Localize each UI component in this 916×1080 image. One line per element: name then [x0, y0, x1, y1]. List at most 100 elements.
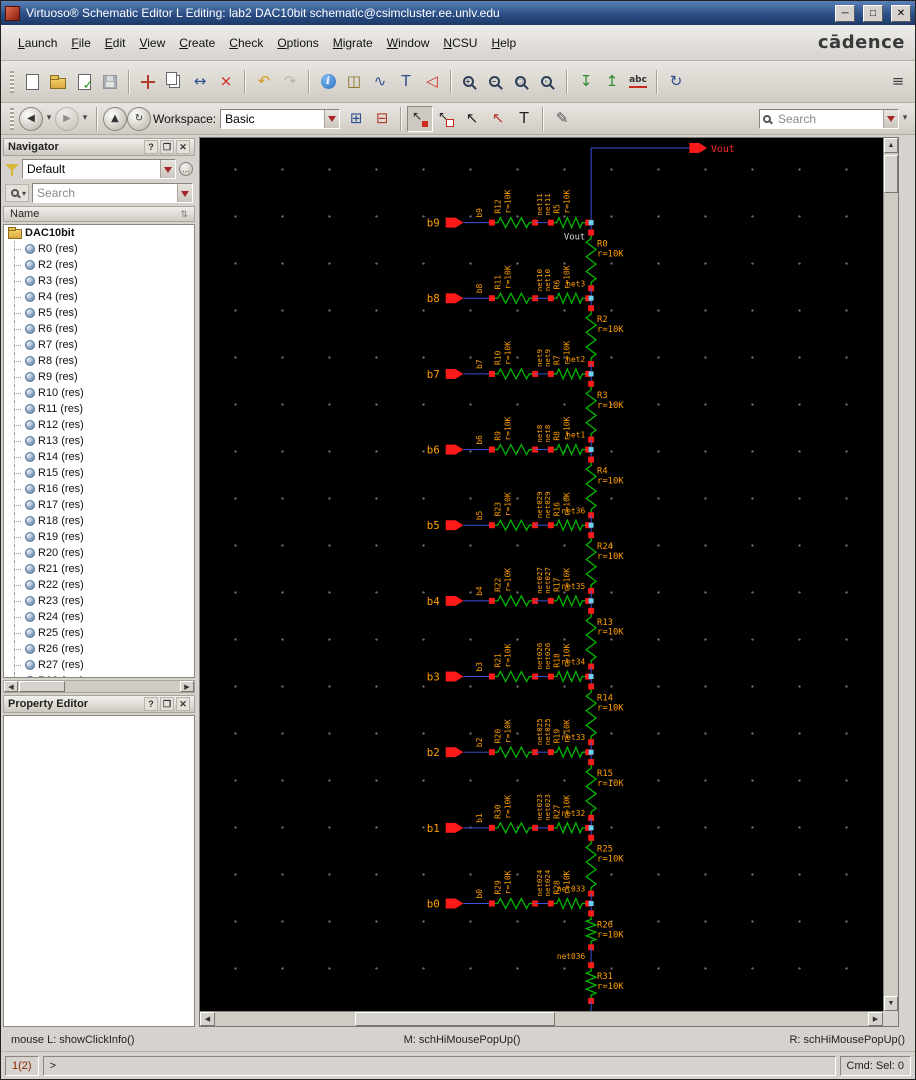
zoom-fit-button[interactable] [509, 69, 535, 95]
navigator-search-dropdown[interactable] [177, 184, 192, 202]
tree-item-R18[interactable]: R18 (res) [4, 513, 194, 529]
title-bar[interactable]: Virtuoso® Schematic Editor L Editing: la… [1, 1, 915, 25]
back-button[interactable]: ◀ [19, 106, 43, 131]
navigator-search-combo[interactable]: Search [32, 183, 193, 203]
navigator-header[interactable]: Navigator ? ❐ ✕ [3, 138, 195, 156]
maximize-button[interactable]: □ [863, 4, 883, 22]
wire-button[interactable]: ∿ [367, 69, 393, 95]
property-editor-close-button[interactable]: ✕ [176, 697, 190, 711]
tree-root-DAC10bit[interactable]: DAC10bit [4, 225, 194, 241]
canvas-vscrollbar[interactable]: ▲ ▼ [883, 138, 898, 1011]
copy-button[interactable] [161, 69, 187, 95]
command-prompt[interactable]: > [42, 1055, 836, 1076]
tree-item-R25[interactable]: R25 (res) [4, 625, 194, 641]
toolbar-search-menu-button[interactable]: ▾ [899, 106, 911, 132]
instance-button[interactable]: ◫ [341, 69, 367, 95]
save-workspace-button[interactable]: ⊞ [343, 106, 369, 132]
text-mode-button[interactable]: T [511, 106, 537, 132]
scroll-thumb[interactable] [884, 155, 898, 193]
tree-item-R23[interactable]: R23 (res) [4, 593, 194, 609]
partial-selection-button[interactable] [433, 106, 459, 132]
descend-button[interactable]: ↧ [573, 69, 599, 95]
toolbar-options-button[interactable]: ≡ [885, 69, 911, 95]
navigator-hscrollbar[interactable]: ◀ ▶ [3, 680, 195, 693]
forward-button[interactable]: ▶ [55, 106, 79, 131]
scroll-thumb[interactable] [355, 1012, 555, 1026]
property-editor-help-button[interactable]: ? [144, 697, 158, 711]
navigator-filter-dropdown[interactable] [160, 160, 175, 178]
zoom-window-button[interactable] [535, 69, 561, 95]
schematic-canvas[interactable]: Vout Vout R0 r=10K net3 R2 r=10K net2 R3 r=10K net… [199, 137, 899, 1027]
tree-item-R13[interactable]: R13 (res) [4, 433, 194, 449]
tree-item-R9[interactable]: R9 (res) [4, 369, 194, 385]
stretch-button[interactable]: ↔ [187, 69, 213, 95]
back-history-button[interactable]: ▾ [43, 106, 55, 132]
tree-item-R26[interactable]: R26 (res) [4, 641, 194, 657]
navigator-float-button[interactable]: ❐ [160, 140, 174, 154]
menu-launch[interactable]: Launch [11, 33, 64, 53]
menu-options[interactable]: Options [270, 33, 325, 53]
tree-item-R4[interactable]: R4 (res) [4, 289, 194, 305]
navigator-filter-combo[interactable]: Default [22, 159, 176, 179]
tree-item-R12[interactable]: R12 (res) [4, 417, 194, 433]
canvas-hscrollbar[interactable]: ◀ ▶ [200, 1011, 883, 1026]
tree-item-R15[interactable]: R15 (res) [4, 465, 194, 481]
workspace-dropdown[interactable] [324, 109, 340, 128]
save-button[interactable] [97, 69, 123, 95]
schematic-area[interactable]: Vout Vout R0 r=10K net3 R2 r=10K net2 R3 r=10K net… [200, 138, 883, 1011]
scroll-right-icon[interactable]: ▶ [180, 681, 194, 692]
check-and-save-button[interactable] [71, 69, 97, 95]
tree-item-R2[interactable]: R2 (res) [4, 257, 194, 273]
wire-name-button[interactable]: T [393, 69, 419, 95]
undo-button[interactable]: ↶ [251, 69, 277, 95]
scroll-right-icon[interactable]: ▶ [868, 1012, 883, 1026]
toolbar-grip[interactable] [10, 107, 14, 130]
tree-item-R0[interactable]: R0 (res) [4, 241, 194, 257]
menu-edit[interactable]: Edit [98, 33, 133, 53]
navigator-search-input[interactable]: Search [33, 186, 177, 200]
tree-item-R28[interactable]: R28 (res) [4, 673, 194, 677]
menu-view[interactable]: View [132, 33, 172, 53]
pointer-mode-button[interactable]: ↖ [459, 106, 485, 132]
menu-ncsu[interactable]: NCSU [436, 33, 484, 53]
toolbar-search-combo[interactable]: Search [759, 108, 899, 129]
tree-item-R8[interactable]: R8 (res) [4, 353, 194, 369]
toolbar-search-input[interactable]: Search [774, 112, 883, 126]
refresh-button[interactable]: ↻ [127, 106, 151, 131]
menu-file[interactable]: File [64, 33, 97, 53]
redo-button[interactable]: ↷ [277, 69, 303, 95]
scroll-thumb[interactable] [19, 681, 65, 692]
workspace-combo[interactable]: Basic [220, 108, 341, 129]
rotate-button[interactable]: ↻ [663, 69, 689, 95]
tree-item-R16[interactable]: R16 (res) [4, 481, 194, 497]
tree-item-R10[interactable]: R10 (res) [4, 385, 194, 401]
scroll-left-icon[interactable]: ◀ [200, 1012, 215, 1026]
minimize-button[interactable]: ─ [835, 4, 855, 22]
move-button[interactable] [135, 69, 161, 95]
tree-item-R3[interactable]: R3 (res) [4, 273, 194, 289]
tree-item-R24[interactable]: R24 (res) [4, 609, 194, 625]
toolbar-grip[interactable] [10, 70, 14, 93]
property-editor-float-button[interactable]: ❐ [160, 697, 174, 711]
tree-item-R20[interactable]: R20 (res) [4, 545, 194, 561]
tree-item-R7[interactable]: R7 (res) [4, 337, 194, 353]
delete-workspace-button[interactable]: ⊟ [369, 106, 395, 132]
new-button[interactable] [19, 69, 45, 95]
menu-migrate[interactable]: Migrate [326, 33, 380, 53]
up-hierarchy-button[interactable]: ▲ [103, 106, 127, 131]
menu-window[interactable]: Window [380, 33, 437, 53]
forward-history-button[interactable]: ▾ [79, 106, 91, 132]
tree-item-R21[interactable]: R21 (res) [4, 561, 194, 577]
navigator-search-mode-button[interactable]: ▾ [5, 184, 30, 202]
tree-item-R17[interactable]: R17 (res) [4, 497, 194, 513]
open-button[interactable] [45, 69, 71, 95]
check-labels-button[interactable]: abc [625, 69, 651, 95]
navigator-close-button[interactable]: ✕ [176, 140, 190, 154]
scroll-up-icon[interactable]: ▲ [884, 138, 898, 153]
scroll-left-icon[interactable]: ◀ [4, 681, 18, 692]
zoom-in-button[interactable] [457, 69, 483, 95]
close-button[interactable]: ✕ [891, 4, 911, 22]
menu-help[interactable]: Help [484, 33, 523, 53]
tree-item-R14[interactable]: R14 (res) [4, 449, 194, 465]
selection-mode-button[interactable] [407, 105, 434, 132]
